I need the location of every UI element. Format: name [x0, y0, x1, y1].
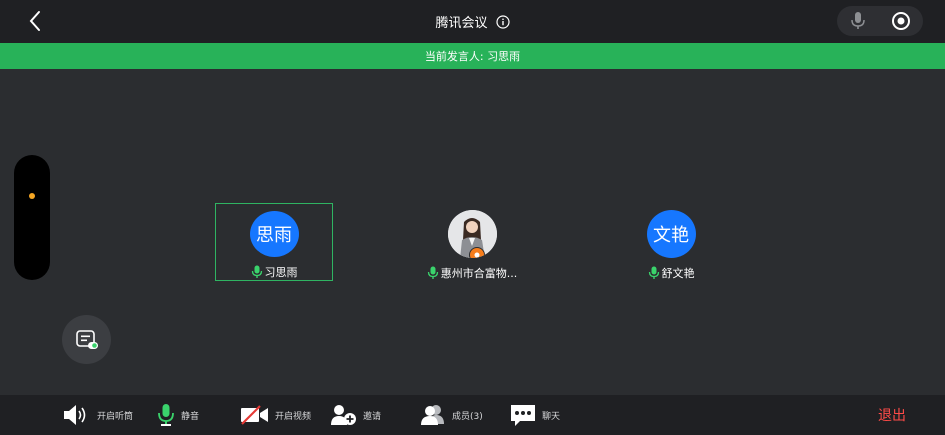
side-handle[interactable] — [14, 155, 50, 280]
members-icon — [421, 405, 444, 425]
start-video-button[interactable]: 开启视频 — [240, 395, 311, 435]
top-bar: 腾讯会议 — [0, 0, 945, 43]
mic-on-icon — [427, 266, 438, 279]
mic-on-icon — [648, 266, 659, 279]
avatar: 文艳 — [646, 210, 696, 258]
participant-name-row: 惠州市合富物... — [427, 265, 518, 281]
speaker-prefix: 当前发言人: — [424, 50, 488, 63]
chat-label: 聊天 — [542, 411, 561, 422]
top-right-controls — [837, 6, 923, 36]
subtitles-icon — [75, 329, 98, 349]
avatar: 思雨 — [249, 211, 299, 257]
participant-tile[interactable]: 文艳 舒文艳 — [612, 203, 730, 281]
current-speaker-banner: 当前发言人: 习思雨 — [0, 43, 945, 69]
mic-on-icon — [251, 265, 262, 278]
exit-button[interactable]: 退出 — [878, 395, 906, 435]
participant-tile[interactable]: 惠州市合富物... — [413, 203, 531, 281]
speaker-icon — [64, 405, 86, 425]
mute-label: 静音 — [181, 411, 200, 422]
participant-name: 舒文艳 — [661, 267, 695, 280]
participant-name-row: 舒文艳 — [648, 265, 695, 281]
speaker-button[interactable]: 开启听筒 — [63, 395, 133, 435]
chat-icon — [511, 405, 535, 426]
host-badge-icon — [468, 247, 485, 258]
participant-name: 惠州市合富物... — [440, 267, 518, 280]
indicator-dot — [29, 193, 35, 199]
avatar — [447, 210, 497, 258]
members-button[interactable]: 成员(3) — [420, 395, 483, 435]
start-video-label: 开启视频 — [275, 411, 312, 422]
record-icon[interactable] — [891, 11, 911, 31]
mute-button[interactable]: 静音 — [157, 395, 199, 435]
add-user-icon — [331, 405, 356, 425]
microphone-icon — [158, 404, 174, 426]
meeting-title: 腾讯会议 — [435, 16, 488, 31]
bottom-toolbar: 开启听筒 静音 开启视频 邀请 成员(3) 聊天 退出 — [0, 395, 945, 435]
invite-button[interactable]: 邀请 — [331, 395, 381, 435]
meeting-title-group: 腾讯会议 — [0, 0, 945, 43]
subtitles-button[interactable] — [62, 315, 111, 364]
invite-label: 邀请 — [363, 411, 382, 422]
participant-name-row: 习思雨 — [251, 264, 298, 280]
speaker-name: 习思雨 — [487, 50, 521, 63]
microphone-icon[interactable] — [850, 11, 866, 31]
chat-button[interactable]: 聊天 — [510, 395, 560, 435]
members-label: 成员(3) — [452, 411, 483, 422]
info-icon[interactable] — [495, 14, 510, 29]
participant-name: 习思雨 — [264, 266, 298, 279]
participant-tile[interactable]: 思雨 习思雨 — [215, 203, 333, 281]
video-off-icon — [241, 405, 268, 425]
speaker-label: 开启听筒 — [97, 411, 134, 422]
